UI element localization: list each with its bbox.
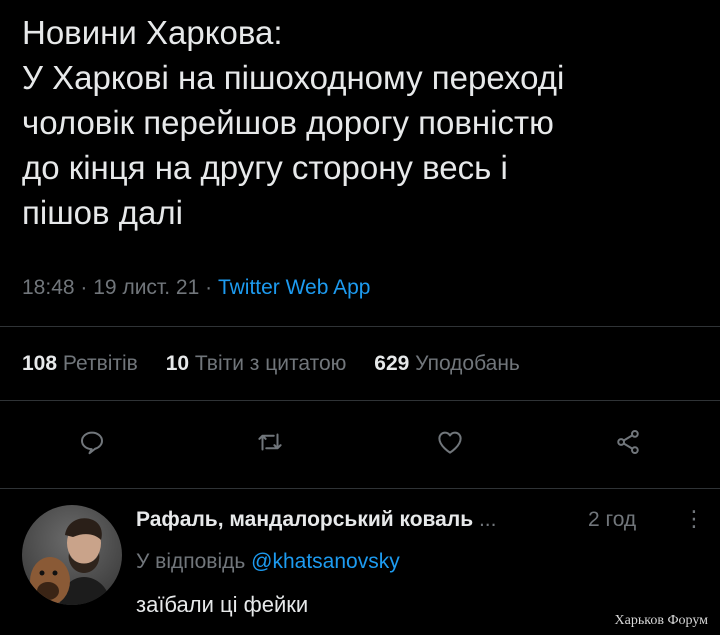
reply-button[interactable] [70,420,114,464]
avatar-photo [22,505,122,605]
retweets-stat[interactable]: 108 Ретвітів [22,352,138,375]
tweet-line: Новини Харкова: [22,14,283,51]
tweet-time[interactable]: 18:48 [22,276,75,299]
reply-author-name[interactable]: Рафаль, мандалорський коваль [136,508,473,531]
reply-ellipsis: ... [478,508,497,531]
tweet-meta: 18:48 · 19 лист. 21 · Twitter Web App [22,276,370,300]
replying-to-label: У відповідь [136,550,246,573]
quotes-stat[interactable]: 10 Твіти з цитатою [166,352,347,375]
reply-icon [81,431,103,455]
reply-text: заїбали ці фейки [136,592,309,617]
retweets-label: Ретвітів [62,352,138,375]
retweets-count: 108 [22,352,58,375]
tweet-line: чоловік перейшов дорогу повністю [22,104,554,141]
likes-count: 629 [374,352,410,375]
share-icon [617,430,639,455]
tweet-date[interactable]: 19 лист. 21 [93,276,199,299]
share-button[interactable] [606,420,650,464]
divider [0,488,720,489]
meta-separator: · [205,276,213,299]
divider [0,400,720,401]
replying-to: У відповідь @khatsanovsky [136,550,400,574]
meta-separator: · [80,276,88,299]
tweet-line: пішов далі [22,194,183,231]
quotes-count: 10 [165,352,190,375]
tweet-text: Новини Харкова: У Харкові на пішоходному… [22,10,712,235]
retweet-icon [258,433,282,451]
tweet-line: У Харкові на пішоходному переході [22,59,565,96]
tweet-line: до кінця на другу сторону весь і [22,149,508,186]
retweet-button[interactable] [248,420,292,464]
divider [0,326,720,327]
like-icon [438,431,462,454]
reply-timestamp[interactable]: 2 год [588,508,636,532]
likes-stat[interactable]: 629 Уподобань [374,352,520,375]
quotes-label: Твіти з цитатою [194,352,347,375]
more-options-icon[interactable]: ⋮ [683,506,705,532]
avatar[interactable] [22,505,122,605]
watermark: Харьков Форум [614,613,708,628]
action-bar [0,420,720,464]
tweet-source-link[interactable]: Twitter Web App [218,276,371,299]
tweet-stats: 108 Ретвітів 10 Твіти з цитатою 629 Упод… [22,352,542,376]
like-button[interactable] [428,420,472,464]
replying-to-handle[interactable]: @khatsanovsky [251,550,400,573]
reply-header: Рафаль, мандалорський коваль ... 2 год ⋮ [136,506,711,532]
likes-label: Уподобань [415,352,520,375]
